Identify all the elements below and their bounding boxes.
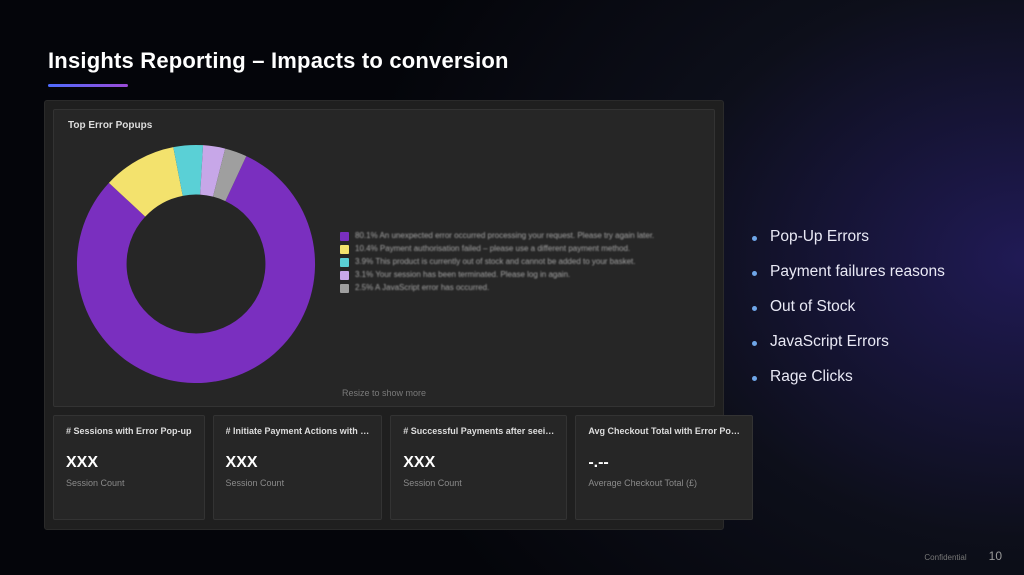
metric-title: # Sessions with Error Pop-up [66,426,192,436]
bullet-item: Pop-Up Errors [752,228,1002,246]
metric-card: # Sessions with Error Pop-up XXX Session C… [53,415,205,520]
legend-label: 2.5% A JavaScript error has occurred. [355,282,489,294]
chart-legend: 80.1% An unexpected error occurred proce… [340,230,704,295]
metric-sub: Session Count [403,478,554,488]
metric-title: # Successful Payments after seei… [403,426,554,436]
legend-swatch [340,232,349,241]
slide-title: Insights Reporting – Impacts to conversi… [48,48,509,74]
dashboard-panel: Top Error Popups 80.1% An unexpected err… [44,100,724,530]
legend-label: 10.4% Payment authorisation failed – ple… [355,243,630,255]
bullet-item: JavaScript Errors [752,333,1002,351]
legend-row: 2.5% A JavaScript error has occurred. [340,282,704,294]
legend-swatch [340,245,349,254]
legend-row: 80.1% An unexpected error occurred proce… [340,230,704,242]
legend-label: 3.1% Your session has been terminated. P… [355,269,570,281]
resize-note: Resize to show more [54,388,714,398]
metric-card: # Successful Payments after seei… XXX Sess… [390,415,567,520]
metric-card: # Initiate Payment Actions with … XXX Sess… [213,415,383,520]
page-number: 10 [989,549,1002,563]
legend-label: 3.9% This product is currently out of st… [355,256,635,268]
legend-label: 80.1% An unexpected error occurred proce… [355,230,654,242]
metric-value: XXX [66,454,192,472]
metric-sub: Average Checkout Total (£) [588,478,740,488]
metric-title: # Initiate Payment Actions with … [226,426,370,436]
title-underline [48,84,128,87]
chart-title: Top Error Popups [68,120,700,131]
bullet-item: Out of Stock [752,298,1002,316]
metric-value: -.-- [588,454,740,472]
metric-title: Avg Checkout Total with Error Po… [588,426,740,436]
metric-value: XXX [226,454,370,472]
confidential-label: Confidential [924,553,966,562]
legend-swatch [340,258,349,267]
legend-swatch [340,271,349,280]
metric-row: # Sessions with Error Pop-up XXX Session C… [53,415,715,520]
legend-swatch [340,284,349,293]
donut-chart [72,140,320,388]
metric-sub: Session Count [226,478,370,488]
metric-sub: Session Count [66,478,192,488]
chart-card: Top Error Popups 80.1% An unexpected err… [53,109,715,407]
metric-value: XXX [403,454,554,472]
bullet-list: Pop-Up Errors Payment failures reasons Out… [752,228,1002,403]
legend-row: 3.1% Your session has been terminated. P… [340,269,704,281]
bullet-item: Payment failures reasons [752,263,1002,281]
slide-footer: Confidential 10 [924,549,1002,563]
legend-row: 3.9% This product is currently out of st… [340,256,704,268]
metric-card: Avg Checkout Total with Error Po… -.-- Ave… [575,415,753,520]
bullet-item: Rage Clicks [752,368,1002,386]
legend-row: 10.4% Payment authorisation failed – ple… [340,243,704,255]
